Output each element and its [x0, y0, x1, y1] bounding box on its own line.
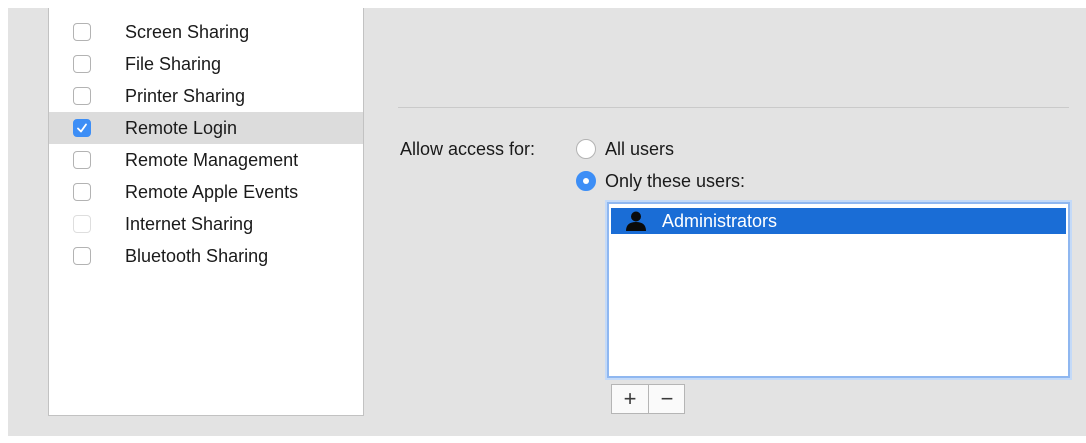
all-users-label[interactable]: All users: [605, 139, 674, 159]
allow-access-label: Allow access for:: [400, 139, 536, 159]
only-these-users-radio[interactable]: [576, 171, 596, 191]
only-these-users-label[interactable]: Only these users:: [605, 171, 745, 191]
divider: [398, 107, 1069, 108]
service-row-bluetooth-sharing[interactable]: Bluetooth Sharing: [49, 240, 363, 272]
person-icon: [626, 211, 646, 231]
user-name: Administrators: [662, 211, 778, 231]
service-label: Screen Sharing: [125, 22, 250, 42]
users-list[interactable]: Administrators: [607, 202, 1070, 378]
add-remove-buttons: + −: [611, 384, 685, 414]
service-row-remote-management[interactable]: Remote Management: [49, 144, 363, 176]
bluetooth-sharing-checkbox[interactable]: [73, 247, 91, 265]
service-label: Remote Management: [125, 150, 299, 170]
file-sharing-checkbox[interactable]: [73, 55, 91, 73]
checkmark-icon: [77, 123, 87, 133]
screen-sharing-checkbox[interactable]: [73, 23, 91, 41]
service-label: Bluetooth Sharing: [125, 246, 269, 266]
service-row-remote-apple-events[interactable]: Remote Apple Events: [49, 176, 363, 208]
service-label: Printer Sharing: [125, 86, 246, 106]
service-label: Remote Apple Events: [125, 182, 299, 202]
remote-management-checkbox[interactable]: [73, 151, 91, 169]
all-users-radio[interactable]: [576, 139, 596, 159]
service-row-internet-sharing[interactable]: Internet Sharing: [49, 208, 363, 240]
user-row-administrators[interactable]: Administrators: [611, 208, 1066, 234]
remote-apple-events-checkbox[interactable]: [73, 183, 91, 201]
remote-login-checkbox[interactable]: [73, 119, 91, 137]
add-user-button[interactable]: +: [612, 385, 649, 413]
sharing-pane: Screen Sharing File Sharing Printer Shar…: [8, 8, 1086, 436]
internet-sharing-checkbox: [73, 215, 91, 233]
service-row-remote-login[interactable]: Remote Login: [49, 112, 363, 144]
service-row-printer-sharing[interactable]: Printer Sharing: [49, 80, 363, 112]
service-label: Internet Sharing: [125, 214, 254, 234]
service-list[interactable]: Screen Sharing File Sharing Printer Shar…: [48, 8, 364, 416]
service-label: Remote Login: [125, 118, 238, 138]
service-row-file-sharing[interactable]: File Sharing: [49, 48, 363, 80]
printer-sharing-checkbox[interactable]: [73, 87, 91, 105]
service-row-screen-sharing[interactable]: Screen Sharing: [49, 16, 363, 48]
remove-user-button[interactable]: −: [649, 385, 685, 413]
service-label: File Sharing: [125, 54, 222, 74]
